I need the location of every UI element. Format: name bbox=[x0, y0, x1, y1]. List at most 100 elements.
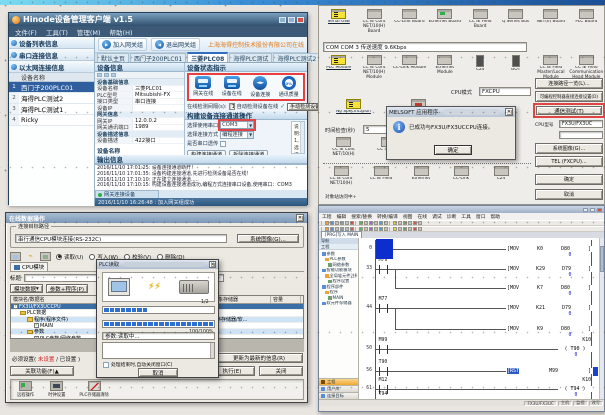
module-icon-item[interactable]: CC IE Cont NET/10(H) Module bbox=[356, 55, 391, 80]
tab-三菱PLC08[interactable]: 三菱PLC08 bbox=[187, 52, 228, 62]
device-list-item[interactable]: 2海得PLC测试2 bbox=[9, 93, 94, 104]
module-data-button[interactable]: 模块数据 ▾ bbox=[10, 284, 43, 293]
toolbar-icon[interactable] bbox=[413, 221, 417, 225]
toolbar-icon[interactable] bbox=[325, 221, 329, 225]
dialog-ok-button[interactable]: 确定 bbox=[434, 145, 472, 155]
module-icon-item[interactable]: No Specification bbox=[321, 99, 386, 120]
system-image-button[interactable]: 系统图像(G)... bbox=[535, 143, 603, 154]
toolbar-icon[interactable] bbox=[393, 221, 397, 225]
module-icon-item[interactable]: CC IE Cont NET/10(H) Board bbox=[356, 9, 391, 34]
module-icon-item[interactable]: CC IE Field bbox=[361, 166, 401, 187]
toolbar-icon[interactable] bbox=[418, 227, 422, 231]
module-icon-item[interactable]: PLC Module bbox=[321, 55, 356, 80]
toolbar-icon[interactable] bbox=[379, 221, 383, 225]
module-icon-item[interactable]: CC IE Cont NET/10(H) bbox=[321, 137, 366, 158]
toolbar-icon[interactable] bbox=[335, 221, 339, 225]
menu-item[interactable]: 帮助(H) bbox=[110, 27, 133, 37]
toolbar-icon[interactable] bbox=[413, 227, 417, 231]
tab-海得PLC测试[interactable]: 海得PLC测试 bbox=[229, 53, 272, 62]
system-image-button[interactable]: 系统图像(G)... bbox=[237, 234, 299, 243]
toolbar-icon[interactable] bbox=[403, 227, 407, 231]
close-icon[interactable]: ✕ bbox=[209, 261, 216, 268]
instruction[interactable]: [MOVK0D80] bbox=[506, 246, 592, 252]
toolbar-icon[interactable] bbox=[369, 227, 373, 231]
sidebar-section-设备列表信息[interactable]: 设备列表信息 bbox=[9, 37, 94, 49]
footer-icon-远程操作[interactable]: 远程操作 bbox=[17, 381, 34, 398]
menu-item[interactable]: 管理(M) bbox=[77, 27, 101, 37]
direct-connection-button[interactable]: 可编程控制器直接连接设置(D) bbox=[535, 91, 603, 102]
cancel-button[interactable]: 取消 bbox=[535, 189, 603, 200]
contact-symbol[interactable] bbox=[379, 367, 388, 376]
toolbar-icon[interactable] bbox=[408, 221, 412, 225]
checkbox-icon[interactable]: ✓ bbox=[13, 304, 18, 309]
auto-check-mark-icon[interactable]: ✓ bbox=[280, 103, 285, 110]
dialog-titlebar[interactable]: MELSOFT 应用程序 ✕ bbox=[387, 107, 515, 117]
property-row[interactable]: 设备描述422接口 bbox=[95, 138, 184, 145]
menu-item[interactable]: 调试 bbox=[432, 213, 442, 220]
ladder-document-tab[interactable]: [PRG]写入 MAIN bbox=[321, 231, 362, 238]
com-port-select[interactable]: COM3 ▼ bbox=[220, 121, 254, 129]
communication-test-button[interactable]: 通信测试(T) bbox=[536, 106, 602, 115]
connection-path-list-button[interactable]: 连接路径一览(L)... bbox=[535, 78, 603, 89]
toolbar-icon[interactable] bbox=[364, 221, 368, 225]
scrollbar[interactable] bbox=[210, 343, 214, 358]
serial-passthrough-checkbox[interactable] bbox=[220, 141, 226, 147]
close-icon[interactable]: ✕ bbox=[296, 214, 304, 222]
toolbar-icon[interactable] bbox=[364, 227, 368, 231]
join-gateway-button[interactable]: ▶ 加入网关组 bbox=[98, 38, 147, 51]
window-titlebar[interactable]: 在线数据操作 ✕ bbox=[6, 213, 307, 223]
menu-item[interactable]: 转换/编译 bbox=[377, 213, 398, 220]
menu-item[interactable]: 工具(T) bbox=[46, 27, 68, 37]
module-icon-item[interactable]: Ethernet Board bbox=[427, 9, 462, 34]
minimize-button[interactable] bbox=[279, 17, 286, 23]
property-page-icon[interactable] bbox=[111, 73, 116, 77]
toolbar-icon[interactable] bbox=[374, 221, 378, 225]
menu-item[interactable]: 搜索/替换 bbox=[351, 213, 372, 220]
device-list-item[interactable]: 4Ricky bbox=[9, 115, 94, 126]
column-header[interactable]: 对象存储器 bbox=[211, 296, 271, 303]
device-list-item[interactable]: 1西门子200PLC01 bbox=[9, 82, 94, 93]
toolbar-icon[interactable] bbox=[398, 227, 402, 231]
menu-item[interactable]: 在线 bbox=[417, 213, 427, 220]
tab-西门子200PLC01[interactable]: 西门子200PLC01 bbox=[130, 53, 186, 62]
tab-海得PLC测试2[interactable]: 海得PLC测试2 bbox=[273, 53, 320, 62]
maximize-button[interactable] bbox=[288, 17, 295, 23]
minimize-button[interactable] bbox=[583, 208, 588, 212]
interval-input[interactable]: 10 bbox=[229, 103, 235, 110]
instruction[interactable]: [MOVK21D79] bbox=[506, 305, 592, 311]
toolbar-icon[interactable] bbox=[330, 221, 334, 225]
related-functions-button[interactable]: 关联功能(F)▲ bbox=[10, 366, 74, 376]
instruction[interactable]: [MOVK9D80] bbox=[506, 326, 592, 332]
toolbar-icon[interactable] bbox=[340, 221, 344, 225]
contact-symbol[interactable] bbox=[379, 304, 388, 313]
column-header[interactable]: 容量 bbox=[271, 296, 301, 303]
radio-读取(U)[interactable]: 读取(U) bbox=[56, 253, 83, 261]
module-icon-item[interactable]: CC-Link Board bbox=[392, 9, 427, 34]
close-button[interactable] bbox=[597, 208, 602, 212]
toolbar-icon[interactable] bbox=[369, 221, 373, 225]
module-icon-item[interactable]: CC-Link bbox=[441, 166, 481, 187]
instruction[interactable]: [RSTM99] bbox=[506, 368, 592, 374]
toolbar-icon[interactable] bbox=[384, 221, 388, 225]
menu-item[interactable]: 工具 bbox=[461, 213, 471, 220]
toolbar-icon[interactable] bbox=[345, 221, 349, 225]
contact-symbol[interactable] bbox=[379, 345, 388, 354]
contact-symbol[interactable] bbox=[379, 265, 388, 274]
nav-button-用户库[interactable]: 用户库 bbox=[319, 385, 358, 392]
module-icon-item[interactable]: C24 bbox=[481, 166, 521, 187]
module-icon-item[interactable]: Ethernet Module bbox=[427, 55, 462, 80]
close-button[interactable]: 关闭 bbox=[259, 366, 303, 376]
maximize-button[interactable] bbox=[590, 208, 595, 212]
instruction[interactable]: [MOVK29D79] bbox=[506, 266, 592, 272]
toolbar-icon[interactable] bbox=[384, 227, 388, 231]
toolbar-icon[interactable] bbox=[374, 227, 378, 231]
footer-icon-PLC存储器清除[interactable]: PLC存储器清除 bbox=[79, 381, 108, 398]
menu-item[interactable]: 诊断 bbox=[447, 213, 457, 220]
toolbar-icon[interactable] bbox=[393, 227, 397, 231]
toolbar-icon[interactable] bbox=[379, 227, 383, 231]
cancel-button[interactable]: 取消 bbox=[138, 368, 178, 377]
ladder-cursor[interactable] bbox=[376, 239, 393, 259]
menu-item[interactable]: 编辑 bbox=[337, 213, 347, 220]
close-icon[interactable]: ✕ bbox=[505, 108, 513, 116]
module-icon-item[interactable]: CC IE Field Board bbox=[463, 9, 498, 34]
